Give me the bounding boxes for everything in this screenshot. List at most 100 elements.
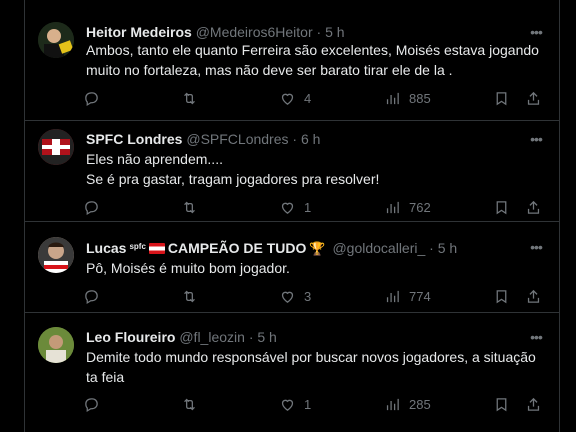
retweet-icon bbox=[184, 92, 195, 104]
tweet[interactable]: Heitor Medeiros @Medeiros6Heitor · 5 h •… bbox=[25, 0, 559, 121]
timeline: Heitor Medeiros @Medeiros6Heitor · 5 h •… bbox=[24, 0, 560, 432]
username[interactable]: @goldocalleri_ bbox=[332, 240, 425, 256]
avatar[interactable] bbox=[38, 22, 74, 58]
timestamp[interactable]: 5 h bbox=[438, 240, 457, 256]
tweet-actions: 1 285 bbox=[83, 394, 549, 414]
bookmark-button[interactable] bbox=[493, 197, 510, 217]
view-count: 885 bbox=[409, 90, 431, 106]
retweet-icon bbox=[184, 290, 195, 302]
avatar[interactable] bbox=[38, 327, 74, 363]
username[interactable]: @SPFCLondres bbox=[186, 131, 288, 147]
separator: · bbox=[292, 131, 298, 147]
tweet-text: Demite todo mundo responsável por buscar… bbox=[86, 349, 540, 385]
reply-icon bbox=[85, 289, 98, 304]
share-icon bbox=[527, 397, 540, 411]
views-button[interactable]: 885 bbox=[384, 88, 431, 108]
display-name[interactable]: Lucas spfc CAMPEÃO DE TUDO 🏆 bbox=[86, 240, 329, 256]
tweet-text: Ambos, tanto ele quanto Ferreira são exc… bbox=[86, 42, 543, 78]
like-button[interactable]: 1 bbox=[279, 394, 311, 414]
views-icon bbox=[386, 92, 399, 104]
tweet-actions: 1 762 bbox=[83, 197, 549, 217]
tweet[interactable]: Lucas spfc CAMPEÃO DE TUDO 🏆 @goldocalleri_… bbox=[25, 222, 559, 313]
share-button[interactable] bbox=[525, 88, 542, 108]
retweet-button[interactable] bbox=[181, 394, 206, 414]
reply-button[interactable] bbox=[83, 286, 108, 306]
timestamp[interactable]: 5 h bbox=[325, 24, 344, 40]
share-icon bbox=[527, 91, 540, 105]
display-name[interactable]: Heitor Medeiros bbox=[86, 24, 192, 40]
view-count: 774 bbox=[409, 288, 431, 304]
more-options-icon[interactable]: ••• bbox=[527, 328, 545, 346]
heart-icon bbox=[281, 291, 294, 303]
tweet-actions: 4 885 bbox=[83, 88, 549, 108]
heart-icon bbox=[281, 202, 294, 214]
heart-icon bbox=[281, 93, 294, 105]
like-button[interactable]: 1 bbox=[279, 197, 311, 217]
separator: · bbox=[248, 329, 254, 345]
spfc-badge: spfc bbox=[129, 242, 146, 251]
display-name-suffix: CAMPEÃO DE TUDO bbox=[167, 240, 307, 256]
retweet-button[interactable] bbox=[181, 286, 206, 306]
views-button[interactable]: 285 bbox=[384, 394, 431, 414]
username[interactable]: @fl_leozin bbox=[179, 329, 245, 345]
more-options-icon[interactable]: ••• bbox=[527, 130, 545, 148]
display-name[interactable]: SPFC Londres bbox=[86, 131, 182, 147]
bookmark-icon bbox=[496, 200, 507, 214]
separator: · bbox=[316, 24, 322, 40]
tweet-text: Eles não aprendem.... Se é pra gastar, t… bbox=[86, 151, 380, 187]
reply-icon bbox=[85, 91, 98, 106]
timestamp[interactable]: 6 h bbox=[301, 131, 320, 147]
like-button[interactable]: 4 bbox=[279, 88, 311, 108]
tweet-header: Leo Floureiro @fl_leozin · 5 h bbox=[86, 327, 519, 347]
like-count: 4 bbox=[304, 90, 312, 106]
more-options-icon[interactable]: ••• bbox=[527, 238, 545, 256]
trophy-icon: 🏆 bbox=[309, 241, 326, 256]
avatar-image bbox=[38, 22, 74, 58]
avatar[interactable] bbox=[38, 129, 74, 165]
view-count: 762 bbox=[409, 199, 431, 215]
share-button[interactable] bbox=[525, 286, 542, 306]
views-icon bbox=[386, 290, 399, 302]
bookmark-button[interactable] bbox=[493, 286, 510, 306]
share-button[interactable] bbox=[525, 197, 542, 217]
flag-icon bbox=[148, 243, 165, 254]
reply-button[interactable] bbox=[83, 394, 108, 414]
retweet-icon bbox=[184, 398, 195, 410]
bookmark-icon bbox=[496, 91, 507, 105]
display-name[interactable]: Leo Floureiro bbox=[86, 329, 175, 345]
view-count: 285 bbox=[409, 396, 431, 412]
reply-icon bbox=[85, 200, 98, 215]
bookmark-button[interactable] bbox=[493, 394, 510, 414]
views-icon bbox=[386, 398, 399, 410]
tweet[interactable]: Leo Floureiro @fl_leozin · 5 h ••• Demit… bbox=[25, 313, 559, 432]
views-button[interactable]: 774 bbox=[384, 286, 431, 306]
like-count: 3 bbox=[304, 288, 312, 304]
views-button[interactable]: 762 bbox=[384, 197, 431, 217]
share-icon bbox=[527, 200, 540, 214]
tweet-text: Pô, Moisés é muito bom jogador. bbox=[86, 260, 290, 276]
more-options-icon[interactable]: ••• bbox=[527, 23, 545, 41]
tweet[interactable]: SPFC Londres @SPFCLondres · 6 h ••• Eles… bbox=[25, 121, 559, 222]
retweet-icon bbox=[184, 201, 195, 213]
like-button[interactable]: 3 bbox=[279, 286, 311, 306]
share-icon bbox=[527, 289, 540, 303]
bookmark-icon bbox=[496, 289, 507, 303]
avatar-image bbox=[38, 327, 74, 363]
like-count: 1 bbox=[304, 199, 312, 215]
retweet-button[interactable] bbox=[181, 88, 206, 108]
avatar[interactable] bbox=[38, 237, 74, 273]
tweet-actions: 3 774 bbox=[83, 286, 549, 306]
like-count: 1 bbox=[304, 396, 312, 412]
tweet-header: Heitor Medeiros @Medeiros6Heitor · 5 h bbox=[86, 22, 519, 42]
retweet-button[interactable] bbox=[181, 197, 206, 217]
display-name-prefix: Lucas bbox=[86, 240, 127, 256]
reply-button[interactable] bbox=[83, 88, 108, 108]
bookmark-button[interactable] bbox=[493, 88, 510, 108]
reply-button[interactable] bbox=[83, 197, 108, 217]
share-button[interactable] bbox=[525, 394, 542, 414]
avatar-image bbox=[38, 237, 74, 273]
tweet-header: Lucas spfc CAMPEÃO DE TUDO 🏆 @goldocalleri_… bbox=[86, 237, 519, 257]
username[interactable]: @Medeiros6Heitor bbox=[196, 24, 313, 40]
bookmark-icon bbox=[496, 397, 507, 411]
timestamp[interactable]: 5 h bbox=[257, 329, 276, 345]
